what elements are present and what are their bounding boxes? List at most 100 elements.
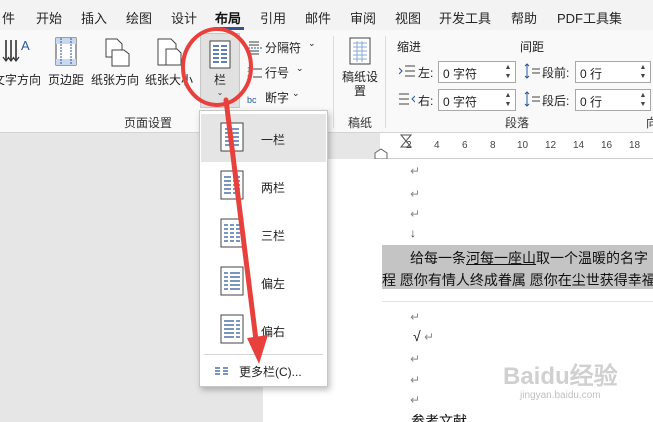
ruler-tick: 14 — [573, 140, 585, 151]
space-after-label: 段后: — [542, 94, 570, 108]
chevron-down-icon: ⌄ — [296, 63, 304, 73]
menu-item-label: 更多栏(C)... — [239, 365, 302, 379]
section-divider — [382, 301, 653, 302]
highlighted-text-line-1[interactable]: 给每一条河每一座山取一个温暖的名字 — [382, 245, 653, 267]
watermark-brand: Baidu经验 — [503, 363, 618, 390]
margins-label: 页边距 — [47, 73, 84, 87]
tab-references[interactable]: 引用 — [260, 8, 286, 27]
group-label-paragraph: 段落 — [505, 116, 530, 130]
line-numbers-icon: 1 2 — [247, 67, 262, 81]
tab-mailings[interactable]: 邮件 — [305, 8, 331, 27]
tab-design[interactable]: 设计 — [171, 8, 197, 27]
line-break-mark: ↓ — [410, 226, 416, 240]
space-after-value: 0 行 — [580, 95, 603, 109]
paragraph-mark: ↵ — [410, 393, 421, 407]
tab-developer[interactable]: 开发工具 — [439, 8, 491, 27]
orientation-button[interactable]: 纸张方向 — [88, 36, 142, 88]
menu-item-left[interactable]: 偏左 — [201, 258, 326, 306]
spinner-icon[interactable]: ▲ ▼ — [637, 63, 649, 81]
svg-text:A: A — [21, 38, 30, 53]
group-separator — [385, 36, 386, 128]
tab-insert[interactable]: 插入 — [81, 8, 107, 27]
paper-size-icon — [157, 38, 182, 66]
tab-pdf-tools[interactable]: PDF工具集 — [557, 8, 622, 27]
paragraph-mark: ↵ — [410, 352, 421, 366]
doc-text-segment: 程 愿你有情人终成眷属 愿你在尘世获得幸福 — [382, 272, 653, 288]
spacing-title: 间距 — [520, 40, 545, 54]
columns-dropdown: 一栏 两栏 三栏 偏左 偏右 更多栏(C)... — [199, 110, 328, 387]
svg-text:bc: bc — [247, 95, 257, 105]
more-columns-icon — [215, 367, 228, 375]
size-label: 纸张大小 — [144, 73, 193, 87]
text-direction-icon: A — [2, 38, 30, 62]
menu-item-label: 三栏 — [261, 229, 286, 243]
left-column-icon — [220, 266, 244, 296]
paragraph-mark: ↵ — [410, 187, 421, 201]
menu-separator — [204, 354, 323, 355]
text-direction-button[interactable]: A 文字方向 — [0, 36, 42, 88]
paragraph-mark: ↵ — [410, 207, 421, 221]
hyphenation-button[interactable]: bc 断字 ⌄ — [247, 88, 317, 108]
size-button[interactable]: 纸张大小 — [142, 36, 196, 88]
indent-left-value: 0 字符 — [443, 67, 478, 81]
references-heading: 参考文献 — [411, 413, 467, 422]
ruler-tick: 12 — [545, 140, 557, 151]
breaks-icon — [248, 41, 262, 55]
menu-item-more-columns[interactable]: 更多栏(C)... — [201, 358, 326, 384]
indent-right-label: 右: — [418, 94, 434, 108]
tab-draw[interactable]: 绘图 — [126, 8, 152, 27]
indent-right-field[interactable]: 0 字符 ▲ ▼ — [438, 89, 516, 111]
tab-home[interactable]: 开始 — [36, 8, 62, 27]
ruler-tick: 6 — [462, 140, 468, 151]
ruler-tick: 8 — [490, 140, 496, 151]
spinner-icon[interactable]: ▲ ▼ — [502, 63, 514, 81]
ruler-tick: 10 — [517, 140, 529, 151]
right-column-icon — [220, 314, 244, 344]
indent-right-icon — [399, 93, 415, 105]
doc-text-segment: 取一个温暖的名字 — [536, 250, 648, 266]
breaks-button[interactable]: 分隔符 ⌄ — [247, 38, 317, 58]
breaks-label: 分隔符 — [265, 41, 302, 55]
menu-item-right[interactable]: 偏右 — [201, 306, 326, 354]
horizontal-ruler[interactable]: 2 4 6 8 10 12 14 16 18 — [380, 133, 653, 159]
menu-item-one-column[interactable]: 一栏 — [201, 114, 326, 162]
tab-layout[interactable]: 布局 — [215, 8, 241, 27]
group-label-draft-paper: 稿纸 — [348, 116, 373, 130]
three-columns-icon — [220, 218, 244, 248]
indent-left-label: 左: — [418, 66, 434, 80]
tab-view[interactable]: 视图 — [395, 8, 421, 27]
paragraph-mark: ↵ — [410, 164, 421, 178]
indent-left-field[interactable]: 0 字符 ▲ ▼ — [438, 61, 516, 83]
space-after-icon — [524, 91, 540, 107]
draft-paper-label: 稿纸设置 — [341, 70, 378, 98]
paragraph-mark: ↵ — [410, 373, 421, 387]
chevron-down-icon: ⌄ — [292, 88, 300, 98]
ruler-tick: 2 — [406, 140, 412, 151]
group-separator — [333, 36, 334, 128]
tab-file[interactable]: 件 — [2, 8, 15, 27]
group-label-arrange: 向 — [646, 116, 653, 130]
columns-button[interactable]: 栏 ⌄ — [200, 33, 240, 108]
text-direction-label: 文字方向 — [0, 73, 41, 87]
one-column-icon — [220, 122, 244, 152]
tab-review[interactable]: 审阅 — [350, 8, 376, 27]
menu-item-label: 偏左 — [261, 277, 286, 291]
draft-paper-button[interactable]: 稿纸设置 — [340, 36, 380, 98]
space-after-field[interactable]: 0 行 ▲ ▼ — [575, 89, 651, 111]
line-numbers-button[interactable]: 1 2 行号 ⌄ — [247, 63, 317, 83]
menu-item-three-columns[interactable]: 三栏 — [201, 210, 326, 258]
hyphenation-label: 断字 — [265, 91, 290, 105]
doc-text-segment: 给每一条 — [410, 250, 466, 266]
svg-text:1: 1 — [247, 67, 251, 74]
spinner-icon[interactable]: ▲ ▼ — [637, 91, 649, 109]
margins-button[interactable]: 页边距 — [44, 36, 88, 88]
spinner-icon[interactable]: ▲ ▼ — [502, 91, 514, 109]
space-before-field[interactable]: 0 行 ▲ ▼ — [575, 61, 651, 83]
menu-item-two-columns[interactable]: 两栏 — [201, 162, 326, 210]
doc-text-underlined: 河每一座山 — [466, 250, 536, 266]
tab-help[interactable]: 帮助 — [511, 8, 537, 27]
line-numbers-label: 行号 — [265, 66, 290, 80]
menu-item-label: 两栏 — [261, 181, 286, 195]
ruler-tick: 4 — [434, 140, 440, 151]
highlighted-text-line-2[interactable]: 程 愿你有情人终成眷属 愿你在尘世获得幸福 — [382, 267, 653, 289]
